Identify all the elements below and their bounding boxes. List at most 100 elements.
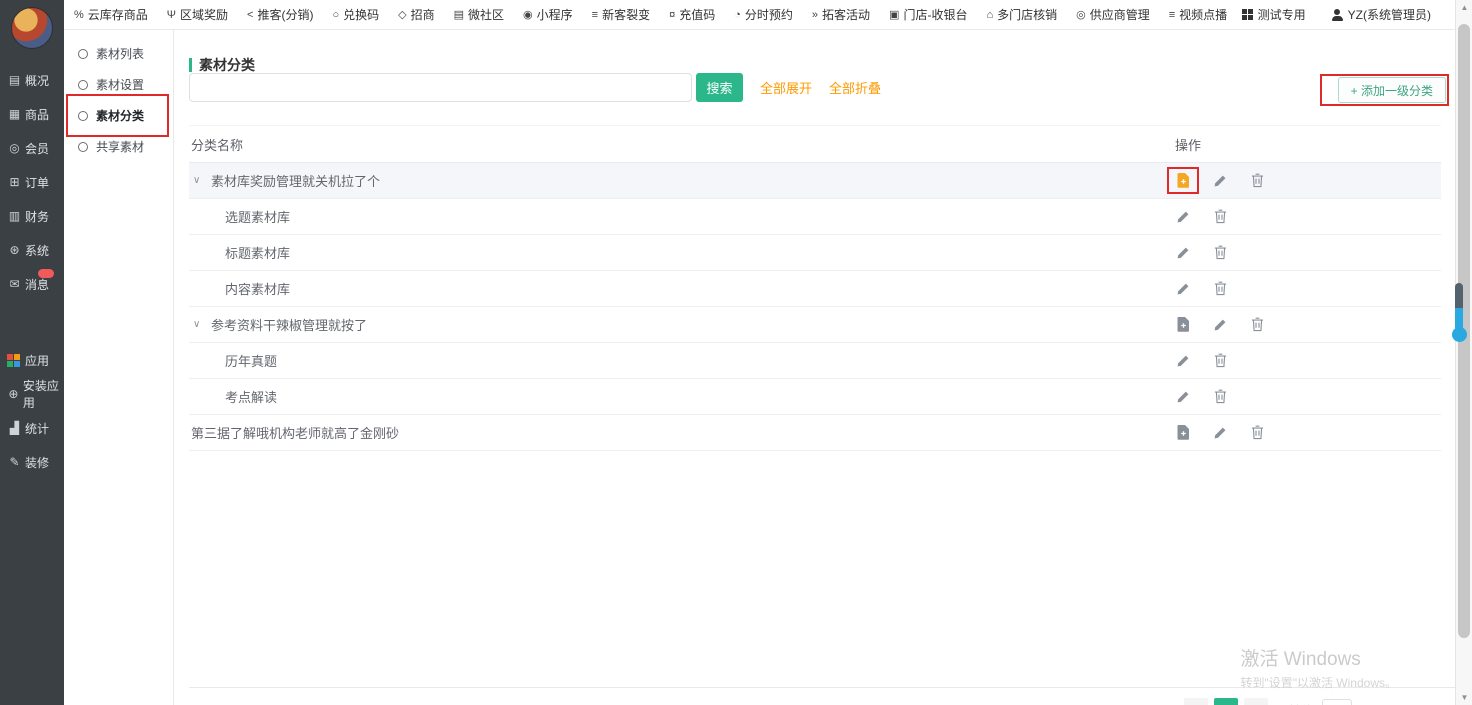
sidebar-item-label: 安装应用 bbox=[23, 377, 64, 411]
topnav-item-label: 招商 bbox=[411, 6, 435, 23]
topnav-item-9[interactable]: ¤充值码 bbox=[669, 6, 715, 23]
topnav-item-10[interactable]: ◔分时预约 bbox=[734, 6, 793, 23]
sidebar-spacer bbox=[0, 301, 64, 343]
sidebar-item-系统[interactable]: ⊛系统 bbox=[0, 233, 64, 267]
next-page-button[interactable]: › bbox=[1244, 698, 1268, 705]
miniprogram-icon: ◉ bbox=[523, 8, 533, 21]
delete-icon[interactable] bbox=[1212, 208, 1228, 226]
topnav-item-3[interactable]: <推客(分销) bbox=[247, 6, 313, 23]
category-name-cell[interactable]: 考点解读 bbox=[189, 387, 1175, 406]
page-suffix-label: 页 bbox=[1360, 701, 1373, 705]
footer-divider bbox=[189, 687, 1455, 688]
edit-icon[interactable] bbox=[1175, 244, 1191, 262]
sidebar-item-会员[interactable]: ◎会员 bbox=[0, 131, 64, 165]
edit-icon[interactable] bbox=[1175, 208, 1191, 226]
topnav-item-14[interactable]: ◎供应商管理 bbox=[1076, 6, 1150, 23]
add-subcategory-icon[interactable] bbox=[1175, 316, 1191, 334]
submenu-item-素材设置[interactable]: 素材设置 bbox=[64, 69, 173, 100]
sidebar-item-统计[interactable]: ▟统计 bbox=[0, 411, 64, 445]
topnav-item-5[interactable]: ◇ 招商 bbox=[398, 6, 434, 23]
delete-icon[interactable] bbox=[1212, 388, 1228, 406]
finance-icon: ▥ bbox=[7, 209, 22, 223]
category-name-cell[interactable]: ∨素材库奖励管理就关机拉了个 bbox=[189, 171, 1175, 190]
sidebar-item-应用[interactable]: 应用 bbox=[0, 343, 64, 377]
edit-icon[interactable] bbox=[1212, 316, 1228, 334]
category-table: 分类名称 操作 ∨素材库奖励管理就关机拉了个选题素材库标题素材库内容素材库∨参考… bbox=[189, 126, 1441, 451]
prev-page-button[interactable]: ‹ bbox=[1184, 698, 1208, 705]
add-top-category-button[interactable]: + 添加一级分类 bbox=[1338, 77, 1446, 103]
row-actions bbox=[1175, 352, 1441, 370]
delete-icon[interactable] bbox=[1212, 352, 1228, 370]
community-icon: ▤ bbox=[454, 8, 464, 21]
delete-icon[interactable] bbox=[1212, 244, 1228, 262]
search-button[interactable]: 搜索 bbox=[696, 73, 743, 102]
topnav-item-label: 供应商管理 bbox=[1090, 6, 1150, 23]
edit-icon[interactable] bbox=[1212, 424, 1228, 442]
topnav-item-15[interactable]: ≡视频点播 bbox=[1169, 6, 1227, 23]
category-name-cell[interactable]: 内容素材库 bbox=[189, 279, 1175, 298]
add-subcategory-icon[interactable] bbox=[1175, 172, 1191, 190]
vertical-scrollbar[interactable]: ▲ ▼ bbox=[1455, 0, 1472, 705]
submenu-item-素材列表[interactable]: 素材列表 bbox=[64, 38, 173, 69]
topnav-item-11[interactable]: »拓客活动 bbox=[812, 6, 870, 23]
submenu-item-素材分类[interactable]: 素材分类 bbox=[64, 100, 173, 131]
topnav-item-label: 分时预约 bbox=[745, 6, 793, 23]
topnav-item-label: 充值码 bbox=[679, 6, 715, 23]
current-page-button[interactable]: 1 bbox=[1214, 698, 1238, 705]
submenu-item-共享素材[interactable]: 共享素材 bbox=[64, 131, 173, 162]
table-row: 内容素材库 bbox=[189, 271, 1441, 307]
add-subcategory-icon[interactable] bbox=[1175, 424, 1191, 442]
category-name: 标题素材库 bbox=[225, 243, 290, 262]
row-actions bbox=[1175, 244, 1441, 262]
category-name-cell[interactable]: 标题素材库 bbox=[189, 243, 1175, 262]
row-actions bbox=[1175, 424, 1441, 442]
goto-label: 前往 bbox=[1288, 701, 1314, 705]
delete-icon[interactable] bbox=[1249, 424, 1265, 442]
collapse-all-link[interactable]: 全部折叠 bbox=[829, 78, 881, 97]
share-distribution-icon: < bbox=[247, 9, 253, 21]
category-name: 选题素材库 bbox=[225, 207, 290, 226]
message-icon: ✉ bbox=[7, 277, 22, 291]
topnav-item-label: 多门店核销 bbox=[997, 6, 1057, 23]
edit-icon[interactable] bbox=[1175, 352, 1191, 370]
delete-icon[interactable] bbox=[1249, 316, 1265, 334]
sidebar-item-概况[interactable]: ▤概况 bbox=[0, 63, 64, 97]
topnav-item-8[interactable]: ≡新客裂变 bbox=[592, 6, 650, 23]
expand-all-link[interactable]: 全部展开 bbox=[760, 78, 812, 97]
category-name-cell[interactable]: 历年真题 bbox=[189, 351, 1175, 370]
goto-page-input[interactable] bbox=[1322, 699, 1352, 705]
category-name-cell[interactable]: ∨参考资料干辣椒管理就按了 bbox=[189, 315, 1175, 334]
topnav-item-7[interactable]: ◉小程序 bbox=[523, 6, 573, 23]
delete-icon[interactable] bbox=[1249, 172, 1265, 190]
sidebar-item-订单[interactable]: ⊞订单 bbox=[0, 165, 64, 199]
topnav-item-4[interactable]: ○兑换码 bbox=[332, 6, 379, 23]
sidebar-item-商品[interactable]: ▦商品 bbox=[0, 97, 64, 131]
scroll-up-arrow-icon[interactable]: ▲ bbox=[1456, 3, 1472, 12]
scroll-down-arrow-icon[interactable]: ▼ bbox=[1456, 693, 1472, 702]
topnav-item-6[interactable]: ▤微社区 bbox=[454, 6, 504, 23]
merchant-invite-icon: ◇ bbox=[398, 8, 406, 21]
topnav-item-2[interactable]: Ψ区域奖励 bbox=[167, 6, 228, 23]
topnav-item-12[interactable]: ▣门店-收银台 bbox=[889, 6, 967, 23]
watermark-line1: 激活 Windows bbox=[1240, 644, 1397, 671]
category-name-cell[interactable]: 选题素材库 bbox=[189, 207, 1175, 226]
topnav-item-1[interactable]: %云库存商品 bbox=[74, 6, 148, 23]
edit-icon[interactable] bbox=[1212, 172, 1228, 190]
category-name-cell[interactable]: 第三据了解哦机构老师就高了金刚砂 bbox=[189, 423, 1175, 442]
sidebar-item-财务[interactable]: ▥财务 bbox=[0, 199, 64, 233]
workspace-switcher[interactable]: 测试专用 bbox=[1242, 6, 1306, 23]
delete-icon[interactable] bbox=[1212, 280, 1228, 298]
edit-icon[interactable] bbox=[1175, 388, 1191, 406]
sidebar-item-安装应用[interactable]: ⊕安装应用 bbox=[0, 377, 64, 411]
topnav-item-13[interactable]: ⌂多门店核销 bbox=[986, 6, 1057, 23]
avatar[interactable] bbox=[11, 7, 53, 49]
scrollbar-thumb[interactable] bbox=[1458, 24, 1470, 638]
table-row: 考点解读 bbox=[189, 379, 1441, 415]
search-input[interactable] bbox=[189, 73, 692, 102]
user-menu[interactable]: YZ(系统管理员) bbox=[1332, 6, 1431, 23]
chevron-down-icon[interactable]: ∨ bbox=[193, 175, 205, 186]
edit-icon[interactable] bbox=[1175, 280, 1191, 298]
sidebar-item-消息[interactable]: ✉消息 bbox=[0, 267, 64, 301]
chevron-down-icon[interactable]: ∨ bbox=[193, 319, 205, 330]
sidebar-item-装修[interactable]: ✎装修 bbox=[0, 445, 64, 479]
